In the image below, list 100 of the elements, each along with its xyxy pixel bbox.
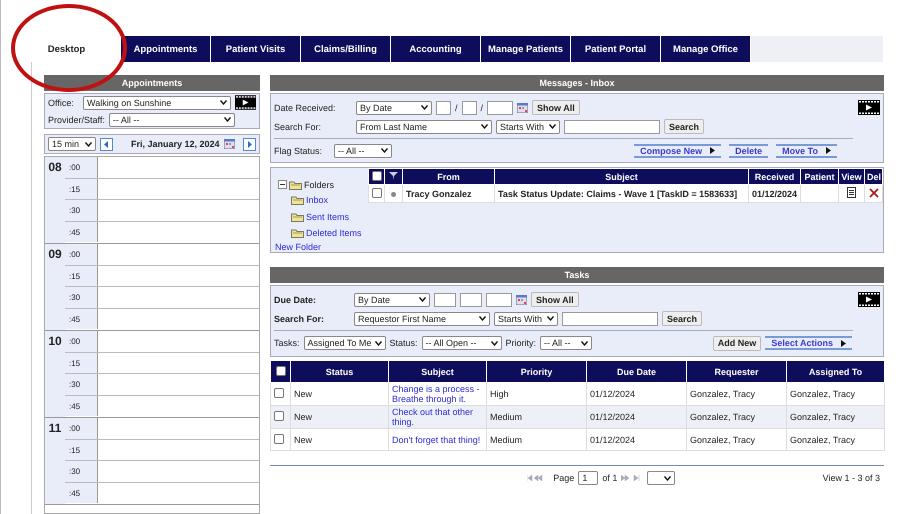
search-field[interactable]	[564, 120, 660, 134]
time-label: :30	[65, 374, 97, 394]
folder-link[interactable]: Deleted Items	[306, 228, 362, 238]
select-all-checkbox[interactable]	[372, 170, 382, 180]
nav-tab[interactable]: Claims/Billing	[301, 36, 391, 62]
next-day-button[interactable]	[243, 138, 256, 150]
select-actions-link[interactable]: Select Actions	[765, 336, 852, 350]
dropdown[interactable]: By Date	[356, 100, 432, 114]
table-cell: New	[290, 382, 388, 406]
field-label: Priority:	[506, 338, 536, 348]
search-button[interactable]: Search	[664, 119, 704, 134]
dropdown[interactable]: Walking on Sunshine	[83, 96, 231, 110]
add-new-button[interactable]: Add New	[712, 336, 762, 350]
nav-tab[interactable]: Patient Visits	[211, 36, 301, 62]
input-field[interactable]	[460, 292, 482, 306]
input-field[interactable]	[462, 100, 477, 114]
arrow-icon	[710, 147, 716, 154]
show-all-button[interactable]: Show All	[531, 292, 579, 307]
new-folder-link[interactable]: New Folder	[275, 242, 368, 252]
nav-tab[interactable]: Patient Portal	[571, 36, 661, 62]
table-cell: Gonzalez, Tracy	[786, 428, 884, 450]
show-all-button[interactable]: Show All	[532, 100, 580, 115]
table-cell: High	[486, 382, 586, 406]
table-cell: Medium	[486, 406, 586, 428]
folder-link[interactable]: Sent Items	[306, 212, 350, 222]
page-size-dropdown[interactable]	[647, 471, 676, 485]
time-label: :45	[65, 396, 97, 416]
row-checkbox[interactable]	[274, 434, 284, 444]
chevron-icon	[481, 124, 488, 129]
nav-tab[interactable]: Desktop	[13, 36, 121, 62]
video-icon[interactable]	[858, 292, 880, 307]
dropdown[interactable]: 15 min	[48, 137, 96, 151]
chevron-icon	[419, 297, 426, 302]
dropdown[interactable]: -- All Open --	[422, 336, 502, 350]
nav-tab[interactable]: Manage Patients	[481, 36, 571, 62]
field-label: Status:	[390, 338, 418, 348]
field-label: Due Date:	[274, 294, 318, 304]
search-field[interactable]	[562, 312, 658, 326]
chevron-icon	[224, 117, 231, 122]
chevron-icon	[549, 124, 556, 129]
column-header: Status	[290, 360, 388, 382]
calendar-icon[interactable]	[516, 294, 527, 304]
action-link[interactable]: Move To	[776, 144, 837, 158]
dropdown[interactable]: Starts With	[496, 120, 560, 134]
collapse-icon[interactable]	[278, 180, 287, 190]
time-label: :15	[65, 352, 97, 373]
video-icon[interactable]	[858, 100, 880, 115]
input-field[interactable]	[434, 292, 456, 306]
chevron-icon	[547, 316, 554, 321]
dropdown[interactable]: Assigned To Me	[304, 336, 386, 350]
select-all-checkbox[interactable]	[276, 366, 286, 376]
time-label: :30	[65, 461, 97, 482]
chevron-icon	[479, 316, 486, 321]
time-slot[interactable]	[97, 482, 259, 503]
dropdown[interactable]: Starts With	[494, 312, 558, 326]
column-header: Requester	[686, 360, 786, 382]
field-label: Tasks:	[274, 338, 300, 348]
delete-icon[interactable]	[868, 188, 878, 198]
input-field[interactable]	[436, 100, 451, 114]
row-checkbox[interactable]	[372, 188, 382, 198]
folder-label[interactable]: Folders	[304, 180, 334, 190]
time-slot[interactable]	[97, 222, 259, 242]
nav-tab[interactable]: Accounting	[391, 36, 481, 62]
document-icon[interactable]	[847, 187, 856, 198]
video-icon[interactable]	[234, 95, 256, 110]
dropdown[interactable]: -- All --	[334, 144, 392, 158]
action-link[interactable]: Compose New	[634, 144, 722, 158]
dropdown[interactable]: -- All --	[108, 112, 235, 126]
chevron-icon	[490, 340, 498, 346]
nav-tab[interactable]: Appointments	[121, 36, 211, 62]
row-checkbox[interactable]	[274, 388, 284, 398]
chevron-icon	[220, 100, 227, 105]
previous-day-button[interactable]	[100, 138, 113, 150]
table-cell: Gonzalez, Tracy	[686, 406, 786, 428]
field-label: Date Received:	[274, 102, 337, 112]
panel-header: Appointments	[44, 75, 260, 91]
search-button[interactable]: Search	[662, 311, 702, 326]
calendar-icon[interactable]	[224, 139, 235, 149]
calendar-icon[interactable]	[517, 102, 528, 112]
folder-icon	[291, 228, 304, 238]
table-cell: New	[290, 406, 388, 428]
dropdown[interactable]: Requestor First Name	[354, 312, 490, 326]
input-field[interactable]	[487, 100, 514, 114]
page-field[interactable]: 1	[578, 471, 598, 485]
dropdown[interactable]: -- All --	[540, 336, 592, 350]
row-checkbox[interactable]	[274, 411, 284, 421]
field-label: Flag Status:	[274, 146, 324, 156]
field-label: Search For:	[274, 314, 326, 324]
action-link[interactable]: Delete	[729, 144, 768, 158]
folder-icon	[291, 212, 304, 222]
date-label: Fri, January 12, 2024	[131, 139, 220, 149]
hour-label: 10	[45, 331, 65, 417]
input-field[interactable]	[486, 292, 512, 306]
folder-link[interactable]: Inbox	[306, 195, 328, 206]
time-slot[interactable]	[97, 308, 259, 329]
dropdown[interactable]: By Date	[354, 292, 430, 306]
nav-tab[interactable]: Manage Office	[661, 36, 751, 62]
dropdown[interactable]: From Last Name	[356, 120, 492, 134]
folder-icon	[289, 180, 302, 190]
time-slot[interactable]	[97, 396, 259, 416]
